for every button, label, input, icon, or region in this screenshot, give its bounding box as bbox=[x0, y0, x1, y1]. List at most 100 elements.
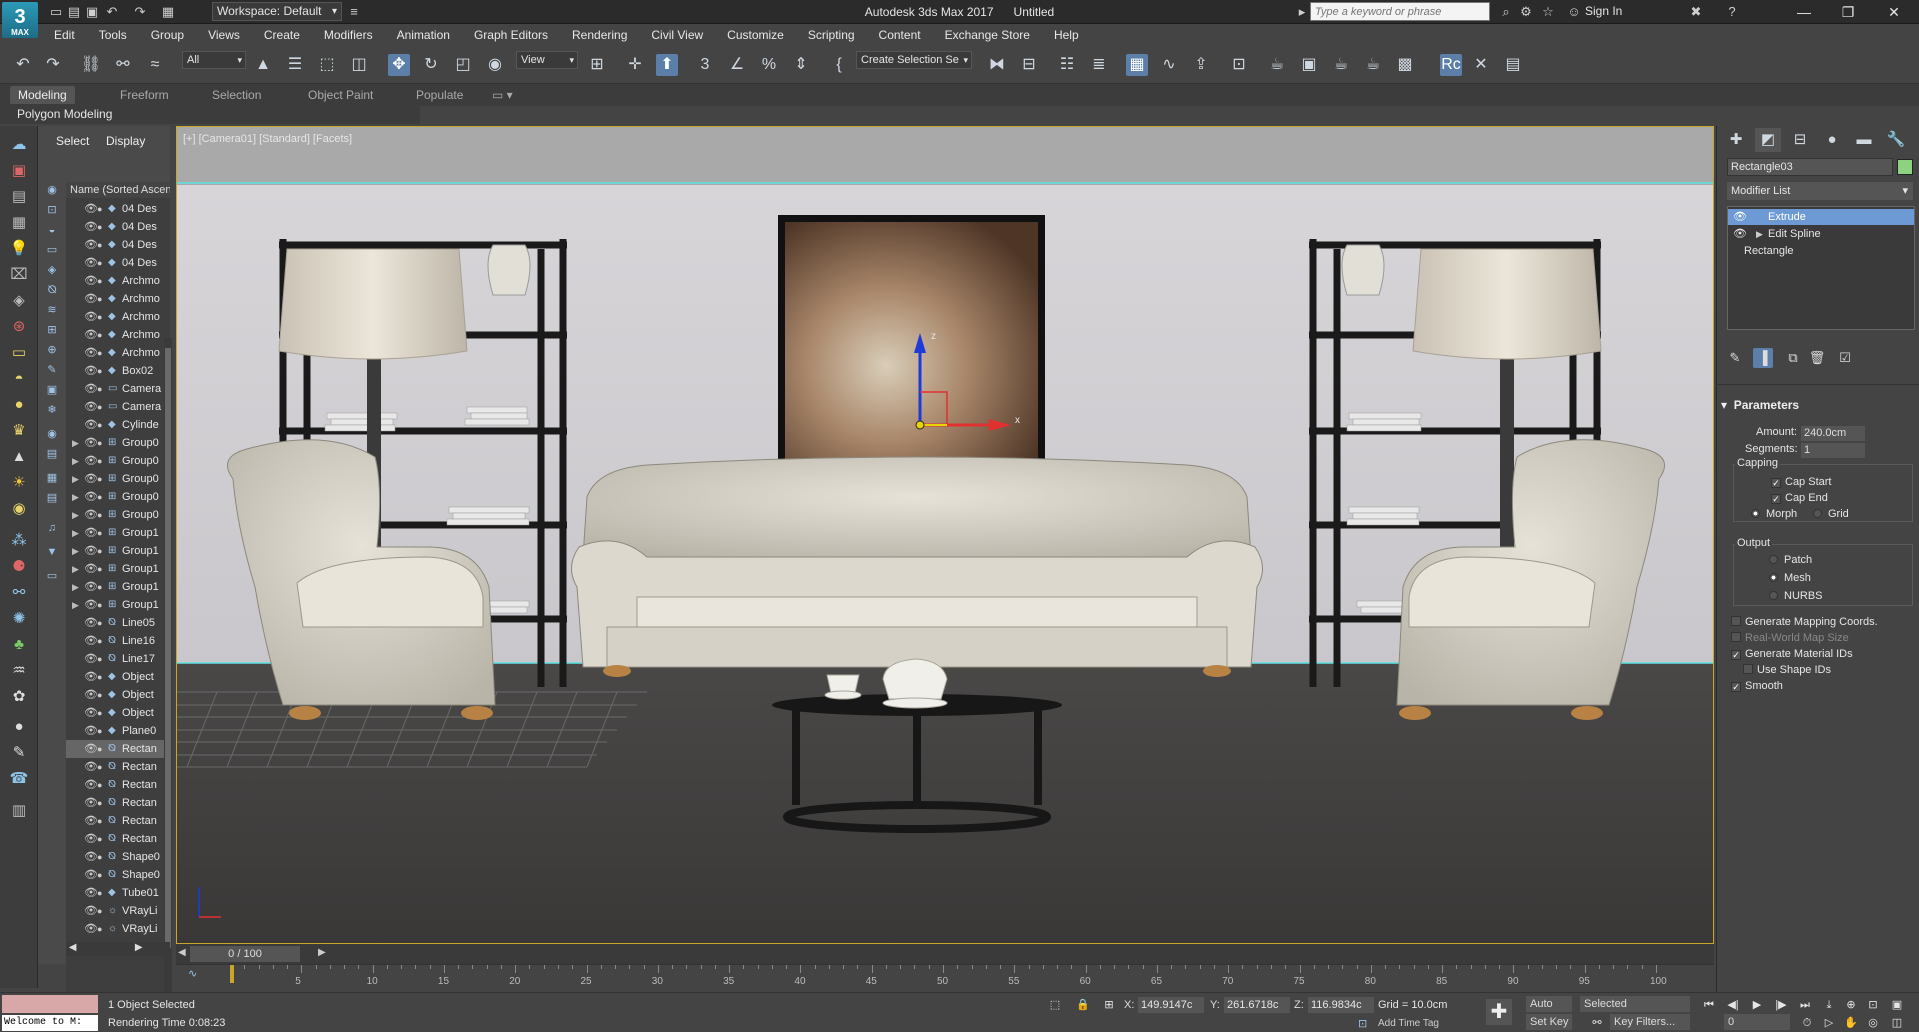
reference-coordinate-dropdown[interactable]: View bbox=[516, 51, 578, 69]
explorer-row[interactable]: ▶ 👁 ● ⊞ Group1 bbox=[66, 524, 170, 542]
expand-arrow-icon[interactable]: ▶ bbox=[72, 578, 79, 596]
move-icon[interactable]: ✥ bbox=[388, 54, 410, 76]
render-setup-icon[interactable]: ☕ bbox=[1266, 54, 1288, 76]
explorer-row[interactable]: 👁 ● ⦰ Shape0 bbox=[66, 848, 170, 866]
eye-icon[interactable]: 👁 bbox=[84, 578, 98, 596]
ribbon-tab-freeform[interactable]: Freeform bbox=[112, 86, 177, 104]
eye-icon[interactable]: 👁 bbox=[84, 380, 98, 398]
object-color-swatch[interactable] bbox=[1897, 159, 1913, 175]
render-toggle-icon[interactable]: ● bbox=[97, 794, 102, 812]
place-icon[interactable]: ◉ bbox=[484, 54, 506, 76]
explorer-row[interactable]: 👁 ● ☼ VRayLi bbox=[66, 902, 170, 920]
eye-icon[interactable]: 👁 bbox=[84, 506, 98, 524]
create-tab-icon[interactable]: ✚ bbox=[1723, 128, 1749, 152]
render-toggle-icon[interactable]: ● bbox=[97, 452, 102, 470]
open-file-icon[interactable]: ▤ bbox=[66, 4, 82, 20]
exchange-icon[interactable]: ✖ bbox=[1688, 4, 1704, 20]
cap-end-checkbox[interactable]: ✓ Cap End bbox=[1771, 492, 1828, 504]
expand-arrow-icon[interactable]: ▶ bbox=[72, 542, 79, 560]
eye-icon[interactable]: 👁 bbox=[84, 776, 98, 794]
calculator-icon[interactable]: ▥ bbox=[7, 800, 31, 822]
explorer-row[interactable]: 👁 ● ◆ Archmo bbox=[66, 308, 170, 326]
time-prev-icon[interactable]: ◀ bbox=[178, 947, 186, 958]
expand-arrow-icon[interactable]: ▶ bbox=[72, 596, 79, 614]
tools-icon[interactable]: ✕ bbox=[1470, 54, 1492, 76]
eye-icon[interactable]: 👁 bbox=[84, 596, 98, 614]
explorer-row[interactable]: ▶ 👁 ● ⊞ Group1 bbox=[66, 596, 170, 614]
orbit-icon[interactable]: ◎ bbox=[1864, 1015, 1882, 1031]
minimize-button[interactable]: — bbox=[1782, 0, 1826, 24]
bone-filter-icon[interactable]: ✎ bbox=[43, 362, 61, 378]
parameters-rollout-header[interactable]: ▾ Parameters bbox=[1721, 396, 1915, 414]
current-frame-field[interactable]: 0 bbox=[1724, 1014, 1790, 1030]
biped-icon[interactable]: ⚯ bbox=[7, 582, 31, 604]
maxscript-mini-listener[interactable] bbox=[2, 995, 98, 1013]
render-production-icon[interactable]: ☕ bbox=[1330, 54, 1352, 76]
customize-quick-access-icon[interactable]: ≡ bbox=[346, 4, 362, 20]
app-logo[interactable]: 3 MAX bbox=[2, 2, 38, 38]
explorer-row[interactable]: 👁 ● ◆ Object bbox=[66, 704, 170, 722]
render-toggle-icon[interactable]: ● bbox=[97, 776, 102, 794]
xref-filter-icon[interactable]: ⊕ bbox=[43, 342, 61, 358]
render-iterative-icon[interactable]: ☕ bbox=[1362, 54, 1384, 76]
eye-icon[interactable]: 👁 bbox=[84, 722, 98, 740]
menu-rendering[interactable]: Rendering bbox=[560, 24, 639, 46]
railclone-icon[interactable]: Rc bbox=[1440, 54, 1462, 76]
explorer-row[interactable]: ▶ 👁 ● ⊞ Group0 bbox=[66, 452, 170, 470]
options-icon[interactable]: ▭ bbox=[43, 568, 61, 584]
eye-icon[interactable]: 👁 bbox=[84, 326, 98, 344]
mirror-icon[interactable]: ⧓ bbox=[986, 54, 1008, 76]
explorer-display-menu[interactable]: Display bbox=[106, 134, 145, 148]
explorer-row[interactable]: ▶ 👁 ● ⊞ Group1 bbox=[66, 542, 170, 560]
show-end-result-icon[interactable]: ▐ bbox=[1753, 348, 1773, 368]
bind-space-warp-icon[interactable]: ≈ bbox=[144, 54, 166, 76]
render-toggle-icon[interactable]: ● bbox=[97, 272, 102, 290]
explorer-row[interactable]: ▶ 👁 ● ⊞ Group0 bbox=[66, 506, 170, 524]
explorer-row[interactable]: 👁 ● ▭ Camera bbox=[66, 380, 170, 398]
foliage-icon[interactable]: ♣ bbox=[7, 634, 31, 656]
grid-icon[interactable]: ▦ bbox=[7, 212, 31, 234]
menu-views[interactable]: Views bbox=[196, 24, 252, 46]
explorer-horizontal-scrollbar[interactable]: ◀ ▶ bbox=[66, 942, 170, 956]
cone-icon[interactable]: ▲ bbox=[7, 446, 31, 468]
render-toggle-icon[interactable]: ● bbox=[97, 290, 102, 308]
absolute-mode-icon[interactable]: ⊞ bbox=[1100, 997, 1118, 1013]
menu-modifiers[interactable]: Modifiers bbox=[312, 24, 385, 46]
configure-modifier-sets-icon[interactable]: ☑ bbox=[1835, 348, 1855, 368]
teapot-icon[interactable]: ☁ bbox=[7, 134, 31, 156]
menu-create[interactable]: Create bbox=[252, 24, 312, 46]
collapse-filter-icon[interactable]: ▤ bbox=[43, 490, 61, 506]
render-toggle-icon[interactable]: ● bbox=[97, 830, 102, 848]
eye-icon[interactable]: 👁 bbox=[84, 758, 98, 776]
menu-civil-view[interactable]: Civil View bbox=[639, 24, 715, 46]
render-toggle-icon[interactable]: ● bbox=[97, 308, 102, 326]
ribbon-tab-modeling[interactable]: Modeling bbox=[10, 86, 75, 104]
dome-icon[interactable]: ◓ bbox=[7, 368, 31, 390]
y-coordinate-field[interactable]: 261.6718c bbox=[1224, 997, 1290, 1013]
generate-mapping-coords-checkbox[interactable]: Generate Mapping Coords. bbox=[1731, 616, 1878, 628]
set-key-button[interactable]: Set Key bbox=[1526, 1014, 1572, 1030]
eye-icon[interactable]: 👁 bbox=[84, 542, 98, 560]
x-coordinate-field[interactable]: 149.9147c bbox=[1138, 997, 1204, 1013]
motion-tab-icon[interactable]: ● bbox=[1819, 128, 1845, 152]
set-key-plus-icon[interactable]: ✚ bbox=[1486, 999, 1512, 1025]
modifier-stack-item[interactable]: Rectangle bbox=[1728, 243, 1914, 259]
smooth-checkbox[interactable]: ✓ Smooth bbox=[1731, 680, 1783, 692]
explorer-row[interactable]: 👁 ● ◆ Archmo bbox=[66, 326, 170, 344]
real-world-map-size-checkbox[interactable]: Real-World Map Size bbox=[1731, 632, 1849, 644]
render-toggle-icon[interactable]: ● bbox=[97, 920, 102, 938]
sun-icon[interactable]: ☀ bbox=[7, 472, 31, 494]
render-toggle-icon[interactable]: ● bbox=[97, 740, 102, 758]
workspace-dropdown[interactable]: Workspace: Default bbox=[212, 2, 342, 21]
render-toggle-icon[interactable]: ● bbox=[97, 614, 102, 632]
expand-arrow-icon[interactable]: ▶ bbox=[72, 470, 79, 488]
toggle-ribbon-icon[interactable]: ▦ bbox=[1126, 54, 1148, 76]
shape-filter-icon[interactable]: ⦰ bbox=[43, 282, 61, 298]
toggle-scene-explorer-icon[interactable]: ☷ bbox=[1056, 54, 1078, 76]
link-icon[interactable]: ⛓ bbox=[80, 54, 102, 76]
particles-icon[interactable]: ⁂ bbox=[7, 530, 31, 552]
save-icon[interactable]: ▣ bbox=[84, 4, 100, 20]
layer-explorer-icon[interactable]: ≣ bbox=[1088, 54, 1110, 76]
render-toggle-icon[interactable]: ● bbox=[97, 650, 102, 668]
ribbon-tab-populate[interactable]: Populate bbox=[408, 86, 471, 104]
